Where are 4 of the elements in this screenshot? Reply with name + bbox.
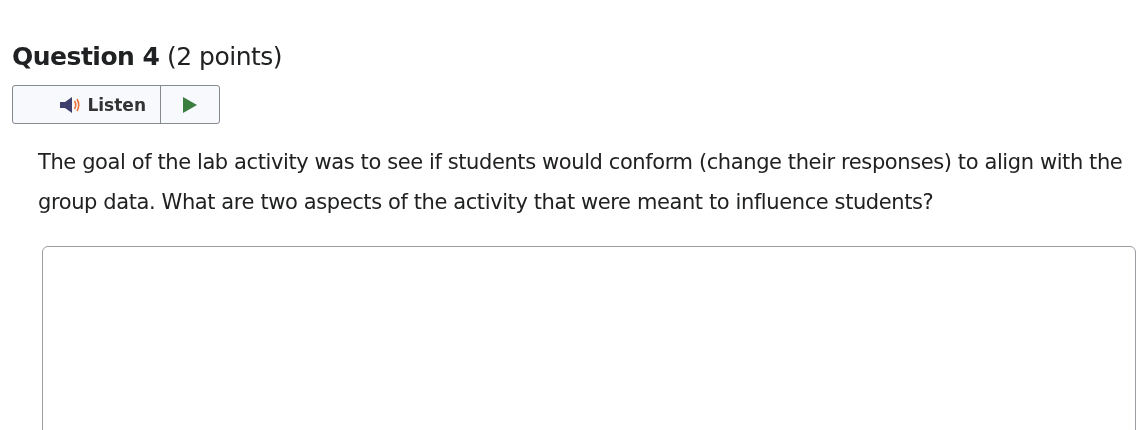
listen-button[interactable]: Listen <box>13 86 161 123</box>
question-text: The goal of the lab activity was to see if students would conform (change their responses) to align with the group data. What are two aspects of the activity that were meant to influence students? <box>38 149 1124 216</box>
question-heading: Question 4 (2 points) <box>12 42 284 71</box>
play-icon <box>183 96 197 113</box>
